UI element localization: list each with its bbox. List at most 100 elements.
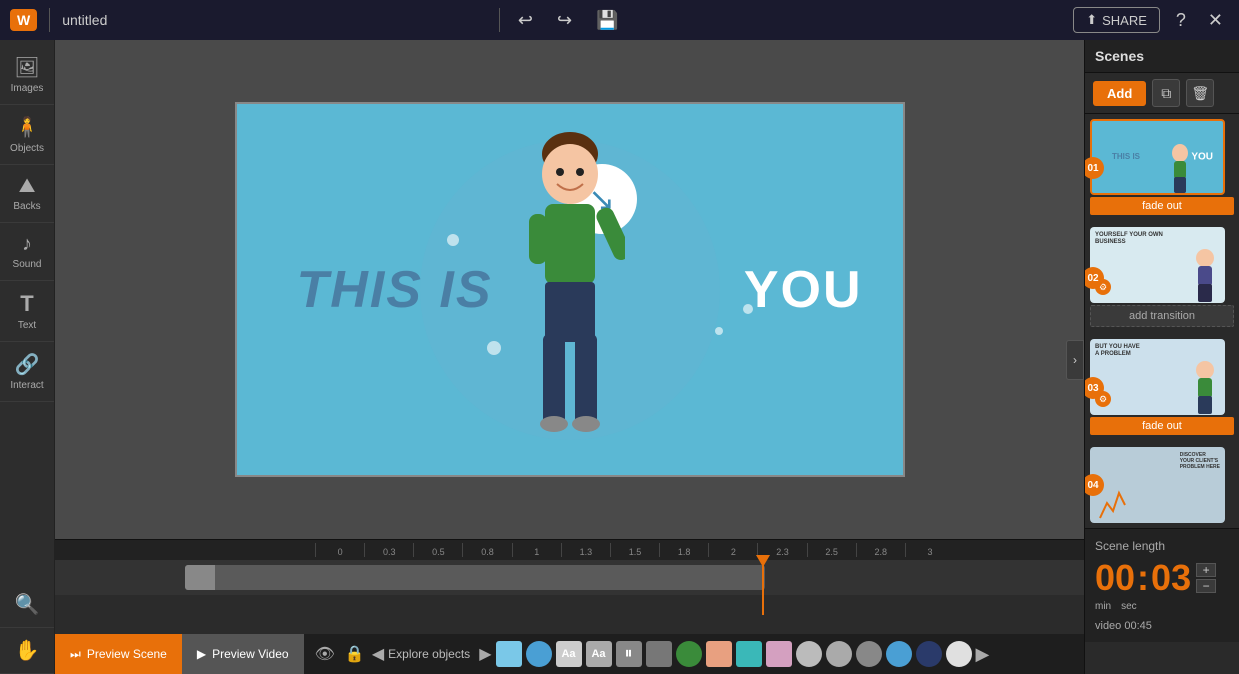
sidebar-item-images[interactable]: 🖼 Images [0, 45, 54, 105]
preview-scene-button[interactable]: ⏭ Preview Scene [55, 634, 182, 674]
undo-button[interactable]: ↩ [512, 6, 539, 35]
sidebar-item-label: Backs [13, 201, 40, 212]
logo-button[interactable]: W [10, 9, 37, 31]
timeline-clip[interactable] [185, 565, 765, 590]
sidebar-item-text[interactable]: T Text [0, 281, 54, 342]
toolbar-scroll-right[interactable]: ▶ [976, 644, 990, 665]
character-figure [515, 124, 625, 474]
help-button[interactable]: ? [1170, 6, 1192, 35]
scene-text-left: THIS IS [297, 260, 493, 320]
obj-shape-14[interactable] [946, 641, 972, 667]
close-button[interactable]: ✕ [1202, 6, 1229, 35]
ruler-mark: 2.5 [807, 543, 856, 557]
obj-shape-13[interactable] [916, 641, 942, 667]
scenes-title: Scenes [1095, 48, 1229, 64]
unit-sec: sec [1121, 601, 1137, 612]
main-area: 🖼 Images 🧍 Objects ⛰ Backs ♪ Sound T Tex… [0, 40, 1239, 674]
save-button[interactable]: 💾 [590, 6, 624, 35]
sidebar-item-backs[interactable]: ⛰ Backs [0, 165, 54, 223]
scene-thumb-02[interactable]: YOURSELF YOUR OWNBUSINESS ⚙ [1090, 227, 1225, 303]
preview-video-icon: ▶ [197, 647, 206, 661]
scene-thumb-01[interactable]: THIS IS YOU [1090, 119, 1225, 195]
ruler-mark: 2.3 [757, 543, 806, 557]
obj-shape-11[interactable] [856, 641, 882, 667]
preview-video-button[interactable]: ▶ Preview Video [182, 634, 304, 674]
scene-thumb-03[interactable]: BUT YOU HAVEA PROBLEM ⚙ [1090, 339, 1225, 415]
sidebar-item-hand[interactable]: ✋ [0, 628, 54, 674]
objects-arrow-right[interactable]: ▶ [479, 644, 491, 664]
dot5 [715, 327, 723, 335]
obj-shape-6[interactable] [706, 641, 732, 667]
scenes-header: Scenes [1085, 40, 1239, 73]
ruler-mark: 0.3 [364, 543, 413, 557]
duplicate-scene-button[interactable]: ⧉ [1152, 79, 1180, 107]
obj-shape-text2[interactable]: Aa [586, 641, 612, 667]
share-icon: ⬆ [1086, 12, 1097, 28]
obj-shape-1[interactable] [496, 641, 522, 667]
timeline-track[interactable] [55, 560, 1084, 595]
obj-shape-8[interactable] [766, 641, 792, 667]
timeline-playhead[interactable] [762, 560, 764, 615]
sidebar-item-zoom[interactable]: 🔍 [0, 582, 54, 628]
images-icon: 🖼 [14, 55, 39, 80]
time-decrease-button[interactable]: − [1196, 579, 1216, 593]
sidebar-item-label: Images [11, 83, 44, 94]
scene-length-label: Scene length [1095, 539, 1229, 553]
ruler-mark: 2.8 [856, 543, 905, 557]
time-increase-button[interactable]: + [1196, 563, 1216, 577]
canvas-frame[interactable]: THIS IS YOU ↘ [235, 102, 905, 477]
sidebar-item-label: Objects [10, 143, 44, 154]
add-transition-02[interactable]: add transition [1090, 305, 1234, 327]
ruler-mark: 1.8 [659, 543, 708, 557]
sidebar-item-interact[interactable]: 🔗 Interact [0, 342, 54, 402]
lock-button[interactable]: 🔒 [342, 641, 368, 667]
topbar-right: ⬆ SHARE ? ✕ [1073, 6, 1229, 35]
sidebar-item-label: Sound [13, 259, 42, 270]
topbar: W untitled ↩ ↪ 💾 ⬆ SHARE ? ✕ [0, 0, 1239, 40]
obj-shape-5[interactable] [676, 641, 702, 667]
scene-transition-03[interactable]: fade out [1090, 417, 1234, 435]
scene-transition-01[interactable]: fade out [1090, 197, 1234, 215]
obj-shape-text1[interactable]: Aa [556, 641, 582, 667]
canvas-area: THIS IS YOU ↘ [55, 40, 1084, 674]
explore-objects-label: Explore objects [388, 647, 470, 661]
text-icon: T [20, 291, 33, 317]
sidebar-item-label: Interact [10, 380, 43, 391]
obj-shape-7[interactable] [736, 641, 762, 667]
topbar-divider [49, 8, 50, 32]
canvas-wrapper[interactable]: THIS IS YOU ↘ [55, 40, 1084, 539]
obj-shape-3[interactable]: ⏸ [616, 641, 642, 667]
right-panel: Scenes Add ⧉ 🗑 01 THIS IS YOU fade out [1084, 40, 1239, 674]
scene-length-time: 00 : 03 [1095, 557, 1191, 599]
add-scene-button[interactable]: Add [1093, 81, 1146, 106]
visibility-button[interactable]: 👁 [312, 641, 338, 667]
dot1 [447, 234, 459, 246]
obj-shape-12[interactable] [886, 641, 912, 667]
ruler-mark: 0.5 [413, 543, 462, 557]
scene-item-02: 02 YOURSELF YOUR OWNBUSINESS ⚙ add trans… [1090, 227, 1234, 329]
scene-item-04: 04 DISCOVERYOUR CLIENT'SPROBLEM HERE [1090, 447, 1234, 523]
redo-button[interactable]: ↪ [551, 6, 578, 35]
ruler-mark: 1.3 [561, 543, 610, 557]
sidebar-item-objects[interactable]: 🧍 Objects [0, 105, 54, 165]
preview-scene-label: Preview Scene [87, 647, 167, 661]
share-button[interactable]: ⬆ SHARE [1073, 7, 1160, 33]
delete-scene-button[interactable]: 🗑 [1186, 79, 1214, 107]
time-minutes: 00 [1095, 557, 1135, 599]
sidebar-item-sound[interactable]: ♪ Sound [0, 223, 54, 281]
dot4 [487, 341, 501, 355]
obj-shape-2[interactable] [526, 641, 552, 667]
scene-thumb-04[interactable]: DISCOVERYOUR CLIENT'SPROBLEM HERE [1090, 447, 1225, 523]
preview-video-label: Preview Video [212, 647, 289, 661]
ruler-mark: 1.5 [610, 543, 659, 557]
scene-text-right: YOU [744, 260, 863, 320]
objects-icon: 🧍 [15, 115, 40, 140]
ruler-mark: 3 [905, 543, 954, 557]
timeline-ruler: 0 0.3 0.5 0.8 1 1.3 1.5 1.8 2 2.3 2.5 2.… [55, 540, 1084, 560]
obj-shape-4[interactable] [646, 641, 672, 667]
obj-shape-9[interactable] [796, 641, 822, 667]
panel-expand-button[interactable]: › [1066, 340, 1084, 380]
objects-arrow-left[interactable]: ◀ [372, 644, 384, 664]
obj-shape-10[interactable] [826, 641, 852, 667]
scenes-controls: Add ⧉ 🗑 [1085, 73, 1239, 114]
